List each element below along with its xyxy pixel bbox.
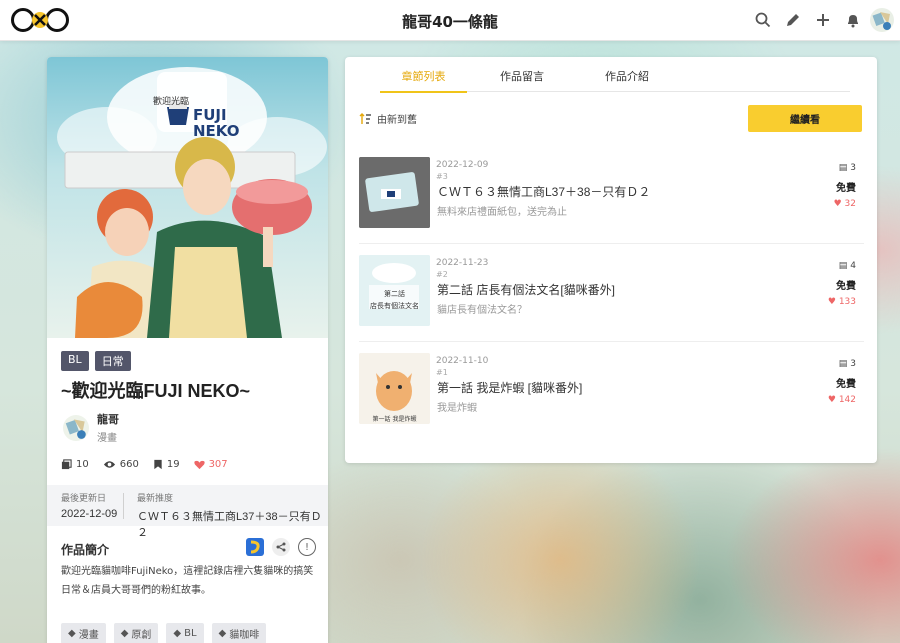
cover-brand-top: 歡迎光臨 — [153, 97, 190, 107]
pencil-icon[interactable] — [778, 6, 808, 34]
episode-row[interactable]: 2022-12-09 #3 ＣＷＴ６３無情工商L37＋38－只有Ｄ２ 無料來店禮… — [359, 157, 864, 229]
bell-icon[interactable] — [838, 6, 868, 34]
report-icon[interactable]: ! — [298, 538, 316, 556]
episode-pages: 3 — [850, 359, 856, 369]
work-stats: 10 660 19 307 — [61, 459, 228, 470]
heart-icon: ♥ — [827, 297, 836, 307]
episode-pages: 4 — [850, 261, 856, 271]
latest-episode-value[interactable]: ＣＷＴ６３無情工商L37＋38－只有Ｄ２ — [137, 508, 328, 540]
thumb-caption: 店長有個法文名 — [370, 302, 419, 310]
tag-icon: ◆ — [120, 628, 129, 639]
thumb-caption: 第一話 我是炸蝦 — [372, 416, 417, 423]
episode-row[interactable]: 第二話 店長有個法文名 2022-11-23 #2 第二話 店長有個法文名[貓咪… — [359, 255, 864, 327]
bookmark-count: 19 — [166, 459, 180, 470]
cover-brand: FUJI NEKO — [193, 106, 240, 140]
chapter-panel: 章節列表 作品留言 作品介紹 由新到舊 繼續看 2022-12-09 #3 ＣＷ… — [345, 57, 877, 463]
author-avatar[interactable] — [63, 414, 89, 441]
tab-chapter-list[interactable]: 章節列表 — [380, 57, 467, 93]
heart-icon: ♥ — [827, 395, 836, 405]
episode-thumbnail[interactable]: 第二話 店長有個法文名 — [359, 255, 430, 326]
share-icon[interactable] — [272, 538, 290, 556]
pages-icon: ▤ — [838, 163, 848, 173]
episodes-icon — [61, 459, 72, 470]
genre-tag-bl[interactable]: BL — [61, 351, 89, 371]
update-info: 最後更新日 2022-12-09 最新推度 ＣＷＴ６３無情工商L37＋38－只有… — [47, 485, 328, 539]
tag-icon: ◆ — [68, 628, 76, 639]
last-update-value: 2022-12-09 — [61, 508, 118, 520]
intro-text: 歡迎光臨貓咖啡FujiNeko，這裡記錄店裡六隻貓咪的搞笑日常＆店員大哥哥們的粉… — [61, 566, 314, 596]
tag-manga[interactable]: ◆ 漫畫 — [61, 623, 106, 643]
episode-title[interactable]: ＣＷＴ６３無情工商L37＋38－只有Ｄ２ — [437, 183, 650, 200]
app-icon[interactable] — [246, 538, 264, 556]
bookmark-icon — [154, 459, 162, 470]
episode-title[interactable]: 第二話 店長有個法文名[貓咪番外] — [437, 281, 615, 298]
tag-icon: ◆ — [173, 628, 182, 639]
top-bar: 龍哥40一條龍 — [0, 0, 900, 41]
episode-price: 免費 — [836, 183, 856, 194]
tab-comments[interactable]: 作品留言 — [467, 57, 577, 92]
pages-icon: ▤ — [838, 261, 848, 271]
tag-cat-cafe[interactable]: ◆ 貓咖啡 — [211, 623, 267, 643]
episode-subtitle: 貓店長有個法文名？ — [437, 305, 527, 316]
intro-heading: 作品簡介 — [61, 543, 110, 557]
episode-number: #2 — [436, 270, 448, 279]
episode-likes: 32 — [844, 199, 856, 209]
episode-thumbnail[interactable]: 第一話 我是炸蝦 — [359, 353, 430, 424]
episode-price: 免費 — [836, 379, 856, 390]
episode-date: 2022-12-09 — [436, 160, 489, 170]
episode-subtitle: 無料來店禮面紙包，送完為止 — [437, 207, 567, 218]
episode-date: 2022-11-23 — [436, 258, 489, 268]
tab-bar: 章節列表 作品留言 作品介紹 — [380, 57, 850, 93]
sort-icon — [359, 112, 371, 124]
search-icon[interactable] — [748, 6, 778, 34]
episode-subtitle: 我是炸蝦 — [437, 403, 477, 414]
like-count: 307 — [208, 459, 228, 470]
cover-image[interactable]: 歡迎光臨 FUJI NEKO — [47, 57, 328, 338]
heart-icon[interactable] — [193, 460, 205, 470]
episode-number: #3 — [436, 172, 448, 181]
tab-introduction[interactable]: 作品介紹 — [577, 57, 677, 92]
tag-bl[interactable]: ◆ BL — [166, 623, 204, 643]
episode-price: 免費 — [836, 281, 856, 292]
genre-tag-daily[interactable]: 日常 — [94, 351, 131, 371]
episode-likes: 133 — [838, 297, 856, 307]
episode-title[interactable]: 第一話 我是炸蝦 [貓咪番外] — [437, 379, 582, 396]
episode-number: #1 — [436, 368, 448, 377]
episode-row[interactable]: 第一話 我是炸蝦 2022-11-10 #1 第一話 我是炸蝦 [貓咪番外] 我… — [359, 353, 864, 425]
work-title: ~歡迎光臨FUJI NEKO~ — [61, 381, 251, 401]
view-count: 660 — [119, 459, 139, 470]
heart-icon: ♥ — [833, 199, 842, 209]
episode-likes: 142 — [838, 395, 856, 405]
user-avatar[interactable] — [870, 8, 894, 32]
eye-icon — [103, 461, 115, 468]
episode-date: 2022-11-10 — [436, 356, 489, 366]
thumb-caption: 第二話 — [384, 290, 405, 298]
sort-label: 由新到舊 — [377, 115, 417, 126]
author-role: 漫畫 — [97, 433, 117, 444]
latest-episode-label: 最新推度 — [137, 494, 174, 504]
episode-thumbnail[interactable] — [359, 157, 430, 228]
author-name[interactable]: 龍哥 — [97, 411, 119, 427]
episode-count: 10 — [76, 459, 89, 470]
tag-original[interactable]: ◆ 原創 — [113, 623, 159, 643]
last-update-label: 最後更新日 — [61, 494, 107, 504]
continue-reading-button[interactable]: 繼續看 — [748, 105, 862, 132]
sort-toggle[interactable]: 由新到舊 — [359, 111, 417, 126]
tag-icon: ◆ — [218, 628, 227, 639]
pages-icon: ▤ — [838, 359, 848, 369]
plus-icon[interactable] — [808, 6, 838, 34]
episode-pages: 3 — [850, 163, 856, 173]
work-info-card: 歡迎光臨 FUJI NEKO BL 日常 ~歡迎光臨FUJI NEKO~ 龍哥 … — [47, 57, 328, 643]
author-info[interactable]: 龍哥 漫畫 — [63, 411, 119, 444]
